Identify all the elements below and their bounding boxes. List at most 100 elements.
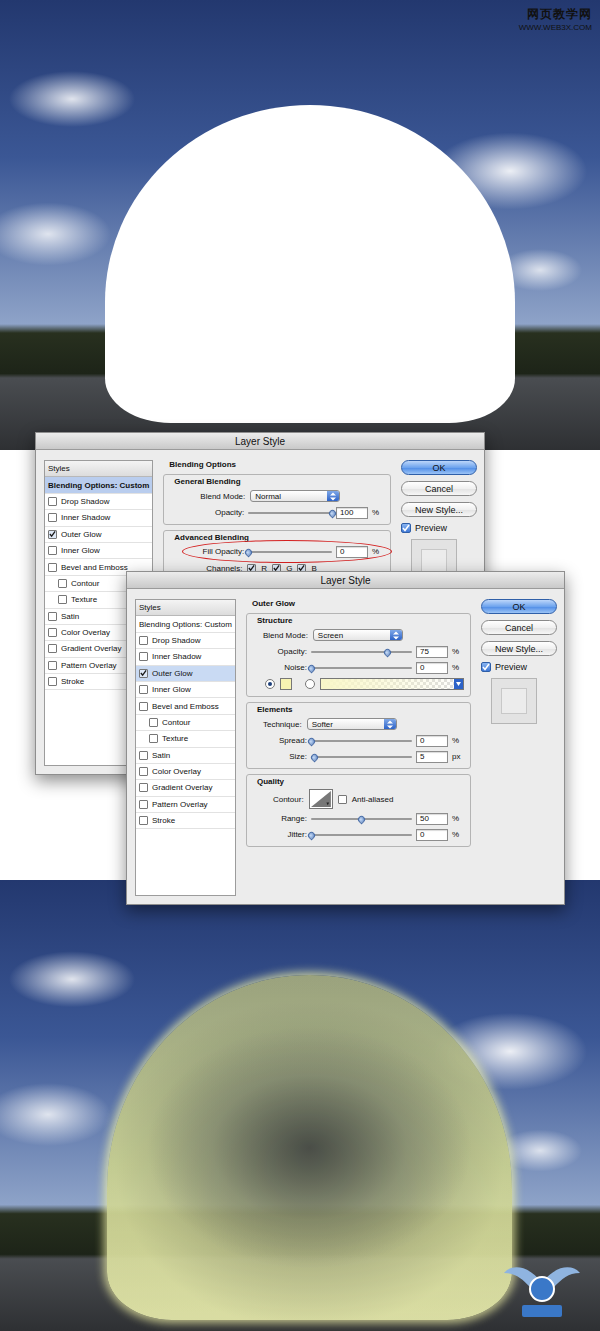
style-checkbox[interactable] bbox=[149, 718, 158, 727]
style-label: Inner Glow bbox=[61, 546, 100, 555]
option-group: General BlendingBlend Mode:NormalOpacity… bbox=[163, 474, 391, 525]
style-checkbox[interactable] bbox=[48, 497, 57, 506]
value-field[interactable]: 100 bbox=[336, 507, 368, 519]
slider-label: Range: bbox=[253, 814, 307, 823]
color-radio[interactable] bbox=[265, 679, 275, 689]
style-checkbox[interactable] bbox=[139, 702, 148, 711]
style-item[interactable]: Texture bbox=[136, 731, 235, 747]
select-row: Technique:Softer bbox=[253, 717, 464, 731]
style-checkbox[interactable] bbox=[139, 767, 148, 776]
style-item[interactable]: Gradient Overlay bbox=[136, 780, 235, 796]
preview-checkbox[interactable] bbox=[481, 662, 491, 672]
style-item[interactable]: Inner Glow bbox=[136, 682, 235, 698]
slider-thumb[interactable] bbox=[382, 648, 392, 658]
style-item[interactable]: Color Overlay bbox=[136, 764, 235, 780]
select-box[interactable]: Softer bbox=[307, 718, 397, 730]
watermark: 网页教学网WWW.WEB3X.COM bbox=[519, 6, 592, 32]
updown-icon bbox=[330, 492, 336, 501]
title-bar[interactable]: Layer Style bbox=[127, 572, 564, 589]
title-bar[interactable]: Layer Style bbox=[36, 433, 484, 450]
slider-thumb[interactable] bbox=[306, 831, 316, 841]
value-field[interactable]: 75 bbox=[416, 646, 448, 658]
slider-thumb[interactable] bbox=[306, 664, 316, 674]
slider-track[interactable] bbox=[311, 664, 412, 671]
style-checkbox[interactable] bbox=[139, 800, 148, 809]
style-checkbox[interactable] bbox=[48, 612, 57, 621]
style-item[interactable]: Drop Shadow bbox=[45, 494, 152, 510]
slider-thumb[interactable] bbox=[244, 548, 254, 558]
style-item[interactable]: Satin bbox=[136, 748, 235, 764]
value-field[interactable]: 0 bbox=[336, 546, 368, 558]
value-field[interactable]: 0 bbox=[416, 735, 448, 747]
style-checkbox[interactable] bbox=[48, 530, 57, 539]
slider-thumb[interactable] bbox=[306, 737, 316, 747]
select-box[interactable]: Normal bbox=[250, 490, 340, 502]
dialog-title: Layer Style bbox=[235, 436, 285, 447]
style-checkbox[interactable] bbox=[139, 685, 148, 694]
style-checkbox[interactable] bbox=[48, 513, 57, 522]
preview-checkbox[interactable] bbox=[401, 523, 411, 533]
style-checkbox[interactable] bbox=[139, 669, 148, 678]
gradient-radio[interactable] bbox=[305, 679, 315, 689]
value-field[interactable]: 5 bbox=[416, 751, 448, 763]
style-item[interactable]: Outer Glow bbox=[136, 666, 235, 682]
check-icon bbox=[402, 524, 410, 532]
dialog-button[interactable]: OK bbox=[401, 460, 477, 475]
slider-thumb[interactable] bbox=[357, 815, 367, 825]
preview-option[interactable]: Preview bbox=[401, 523, 477, 533]
style-item[interactable]: Drop Shadow bbox=[136, 633, 235, 649]
slider-track[interactable] bbox=[311, 753, 412, 760]
contour-icon[interactable] bbox=[309, 789, 333, 809]
slider-label: Opacity: bbox=[170, 508, 244, 517]
style-checkbox[interactable] bbox=[149, 734, 158, 743]
slider-track[interactable] bbox=[311, 737, 412, 744]
style-item[interactable]: Inner Shadow bbox=[136, 649, 235, 665]
select-box[interactable]: Screen bbox=[313, 629, 403, 641]
dialog-button[interactable]: New Style... bbox=[401, 502, 477, 517]
style-item[interactable]: Stroke bbox=[136, 813, 235, 829]
style-checkbox[interactable] bbox=[48, 563, 57, 572]
style-item[interactable]: Blending Options: Custom bbox=[45, 477, 152, 493]
value-field[interactable]: 0 bbox=[416, 829, 448, 841]
style-checkbox[interactable] bbox=[48, 661, 57, 670]
style-item[interactable]: Outer Glow bbox=[45, 527, 152, 543]
value-field[interactable]: 0 bbox=[416, 662, 448, 674]
style-item[interactable]: Contour bbox=[136, 715, 235, 731]
style-item[interactable]: Inner Shadow bbox=[45, 510, 152, 526]
style-checkbox[interactable] bbox=[58, 595, 67, 604]
style-checkbox[interactable] bbox=[58, 579, 67, 588]
slider-track[interactable] bbox=[248, 548, 332, 555]
style-checkbox[interactable] bbox=[139, 816, 148, 825]
dialog-button[interactable]: Cancel bbox=[481, 620, 557, 635]
style-checkbox[interactable] bbox=[139, 783, 148, 792]
color-swatch[interactable] bbox=[280, 678, 292, 690]
preview-option[interactable]: Preview bbox=[481, 662, 557, 672]
style-item[interactable]: Blending Options: Custom bbox=[136, 616, 235, 632]
anti-aliased-checkbox[interactable] bbox=[338, 795, 347, 804]
gradient-picker[interactable] bbox=[320, 678, 464, 690]
dialog-button[interactable]: New Style... bbox=[481, 641, 557, 656]
slider-track[interactable] bbox=[311, 648, 412, 655]
dialog-button[interactable]: OK bbox=[481, 599, 557, 614]
slider-track[interactable] bbox=[311, 831, 412, 838]
style-checkbox[interactable] bbox=[48, 677, 57, 686]
dialog-body: StylesBlending Options: CustomDrop Shado… bbox=[127, 589, 564, 904]
contour-row: Contour:Anti-aliased bbox=[253, 789, 464, 809]
style-item[interactable]: Pattern Overlay bbox=[136, 797, 235, 813]
style-checkbox[interactable] bbox=[48, 644, 57, 653]
style-checkbox[interactable] bbox=[48, 546, 57, 555]
preview-label: Preview bbox=[495, 662, 527, 672]
slider-track[interactable] bbox=[311, 815, 412, 822]
style-item[interactable]: Inner Glow bbox=[45, 543, 152, 559]
group-title: General Blending bbox=[174, 477, 384, 486]
dialog-button[interactable]: Cancel bbox=[401, 481, 477, 496]
value-field[interactable]: 50 bbox=[416, 813, 448, 825]
slider-thumb[interactable] bbox=[310, 753, 320, 763]
style-checkbox[interactable] bbox=[48, 628, 57, 637]
slider-track[interactable] bbox=[248, 509, 332, 516]
style-checkbox[interactable] bbox=[139, 636, 148, 645]
style-checkbox[interactable] bbox=[139, 652, 148, 661]
style-checkbox[interactable] bbox=[139, 751, 148, 760]
preview-thumbnail bbox=[491, 678, 537, 724]
style-item[interactable]: Bevel and Emboss bbox=[136, 698, 235, 714]
